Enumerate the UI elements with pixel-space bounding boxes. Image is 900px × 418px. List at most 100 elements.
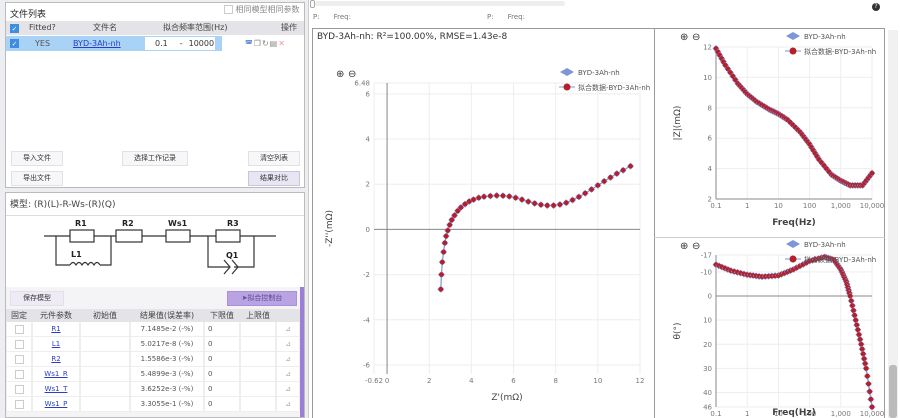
fit-point: [857, 337, 863, 342]
x-tick-label: 8: [553, 377, 557, 385]
fit-point: [858, 341, 864, 347]
fit-point: [532, 201, 538, 206]
fit-point: [494, 193, 500, 198]
x-tick-label: 4: [469, 377, 474, 385]
fit-point: [856, 332, 862, 338]
fit-point: [538, 202, 544, 208]
legend-measured-icon: [560, 68, 574, 76]
legend-measured-icon: [786, 240, 800, 248]
y-tick-label: 10: [703, 74, 712, 82]
x-tick-label: 0: [385, 377, 389, 385]
fit-point: [519, 197, 525, 202]
y-tick-label: -4: [363, 316, 371, 324]
fit-point: [570, 197, 575, 203]
x-tick-label: 10: [774, 202, 783, 210]
x-tick-label: 0.1: [710, 202, 721, 210]
fit-point: [852, 312, 857, 318]
fit-point: [601, 178, 607, 184]
fit-point: [443, 233, 449, 239]
measured-line: [715, 48, 873, 186]
y-tick-label: 10: [703, 317, 712, 325]
fit-point: [462, 201, 468, 207]
y-tick-label: 46: [703, 404, 712, 412]
fit-point: [866, 381, 871, 387]
fit-point: [452, 212, 457, 218]
x-tick-label: 100: [803, 202, 816, 210]
fit-point: [447, 222, 453, 228]
fit-point: [513, 195, 519, 201]
fit-point: [445, 228, 451, 233]
measured-line: [715, 256, 873, 408]
x-tick-label: -0.62: [365, 377, 383, 385]
y-tick-label: 2: [708, 196, 712, 204]
fit-point: [458, 205, 464, 210]
zoom-out-icon[interactable]: ⊖: [692, 241, 700, 252]
fit-point: [476, 195, 482, 201]
fit-point: [438, 286, 444, 292]
fit-point: [551, 203, 556, 208]
fit-point: [589, 187, 594, 192]
y-tick-label: 12: [703, 44, 712, 52]
zoom-in-icon[interactable]: ⊕: [336, 69, 344, 80]
legend-measured-icon: [786, 32, 800, 40]
y-axis-label: θ(°): [673, 322, 683, 339]
fit-point: [860, 351, 866, 357]
y-tick-label: -17: [701, 252, 712, 260]
fit-point: [851, 308, 856, 313]
legend-measured: BYD-3Ah-nh: [804, 33, 846, 41]
y-tick-label: -2: [363, 271, 370, 279]
fit-point: [862, 361, 868, 366]
legend-fit: 拟合数据-BYD-3Ah-nh: [804, 47, 876, 56]
fit-point: [441, 249, 446, 255]
y-tick-label: 0: [708, 293, 712, 301]
fit-point: [869, 404, 875, 410]
fit-point: [608, 175, 613, 180]
legend-measured: BYD-3Ah-nh: [578, 69, 620, 77]
y-axis-label: -Z''(mΩ): [325, 210, 335, 247]
y-tick-label: 6: [366, 90, 371, 98]
fit-point: [582, 190, 588, 196]
fit-point: [481, 194, 487, 200]
fit-point: [628, 163, 633, 169]
legend-fit-icon: [789, 255, 797, 263]
fit-point: [525, 199, 531, 205]
fit-point: [487, 193, 493, 199]
legend-measured: BYD-3Ah-nh: [804, 241, 846, 249]
fit-point: [620, 167, 626, 173]
y-tick-label: 6.48: [354, 80, 370, 88]
x-axis-label: Freq(Hz): [772, 218, 816, 228]
fit-point: [859, 346, 865, 352]
x-tick-label: 1: [745, 410, 749, 418]
y-tick-label: 8: [708, 104, 712, 112]
x-tick-label: 10: [593, 377, 602, 385]
fit-point: [869, 170, 875, 176]
zoom-out-icon[interactable]: ⊖: [692, 32, 700, 43]
x-tick-label: 1,000: [831, 202, 851, 210]
fit-point: [563, 200, 569, 206]
fit-point: [861, 356, 867, 362]
y-tick-label: 30: [703, 365, 712, 373]
legend-fit: 拟合数据-BYD-3Ah-nh: [804, 255, 876, 264]
fit-point: [863, 365, 869, 371]
fit-point: [614, 171, 620, 176]
y-tick-label: 6: [708, 135, 713, 143]
y-tick-label: -10: [701, 268, 712, 276]
zoom-in-icon[interactable]: ⊕: [680, 32, 688, 43]
fit-point: [847, 293, 853, 299]
x-tick-label: 10,000: [860, 410, 885, 418]
y-tick-label: 0: [366, 226, 370, 234]
zoom-out-icon[interactable]: ⊖: [348, 69, 356, 80]
x-tick-label: 10,000: [860, 202, 885, 210]
fit-point: [544, 203, 550, 208]
x-axis-label: Freq(Hz): [772, 408, 816, 418]
fit-point: [557, 202, 563, 207]
zoom-in-icon[interactable]: ⊕: [680, 241, 688, 252]
legend-fit-icon: [789, 47, 797, 55]
fit-point: [853, 317, 859, 323]
y-tick-label: 20: [703, 341, 712, 349]
x-tick-label: 6: [511, 377, 516, 385]
fit-point: [449, 217, 455, 223]
fit-point: [576, 194, 582, 200]
fit-point: [864, 373, 870, 379]
fit-point: [867, 389, 873, 394]
